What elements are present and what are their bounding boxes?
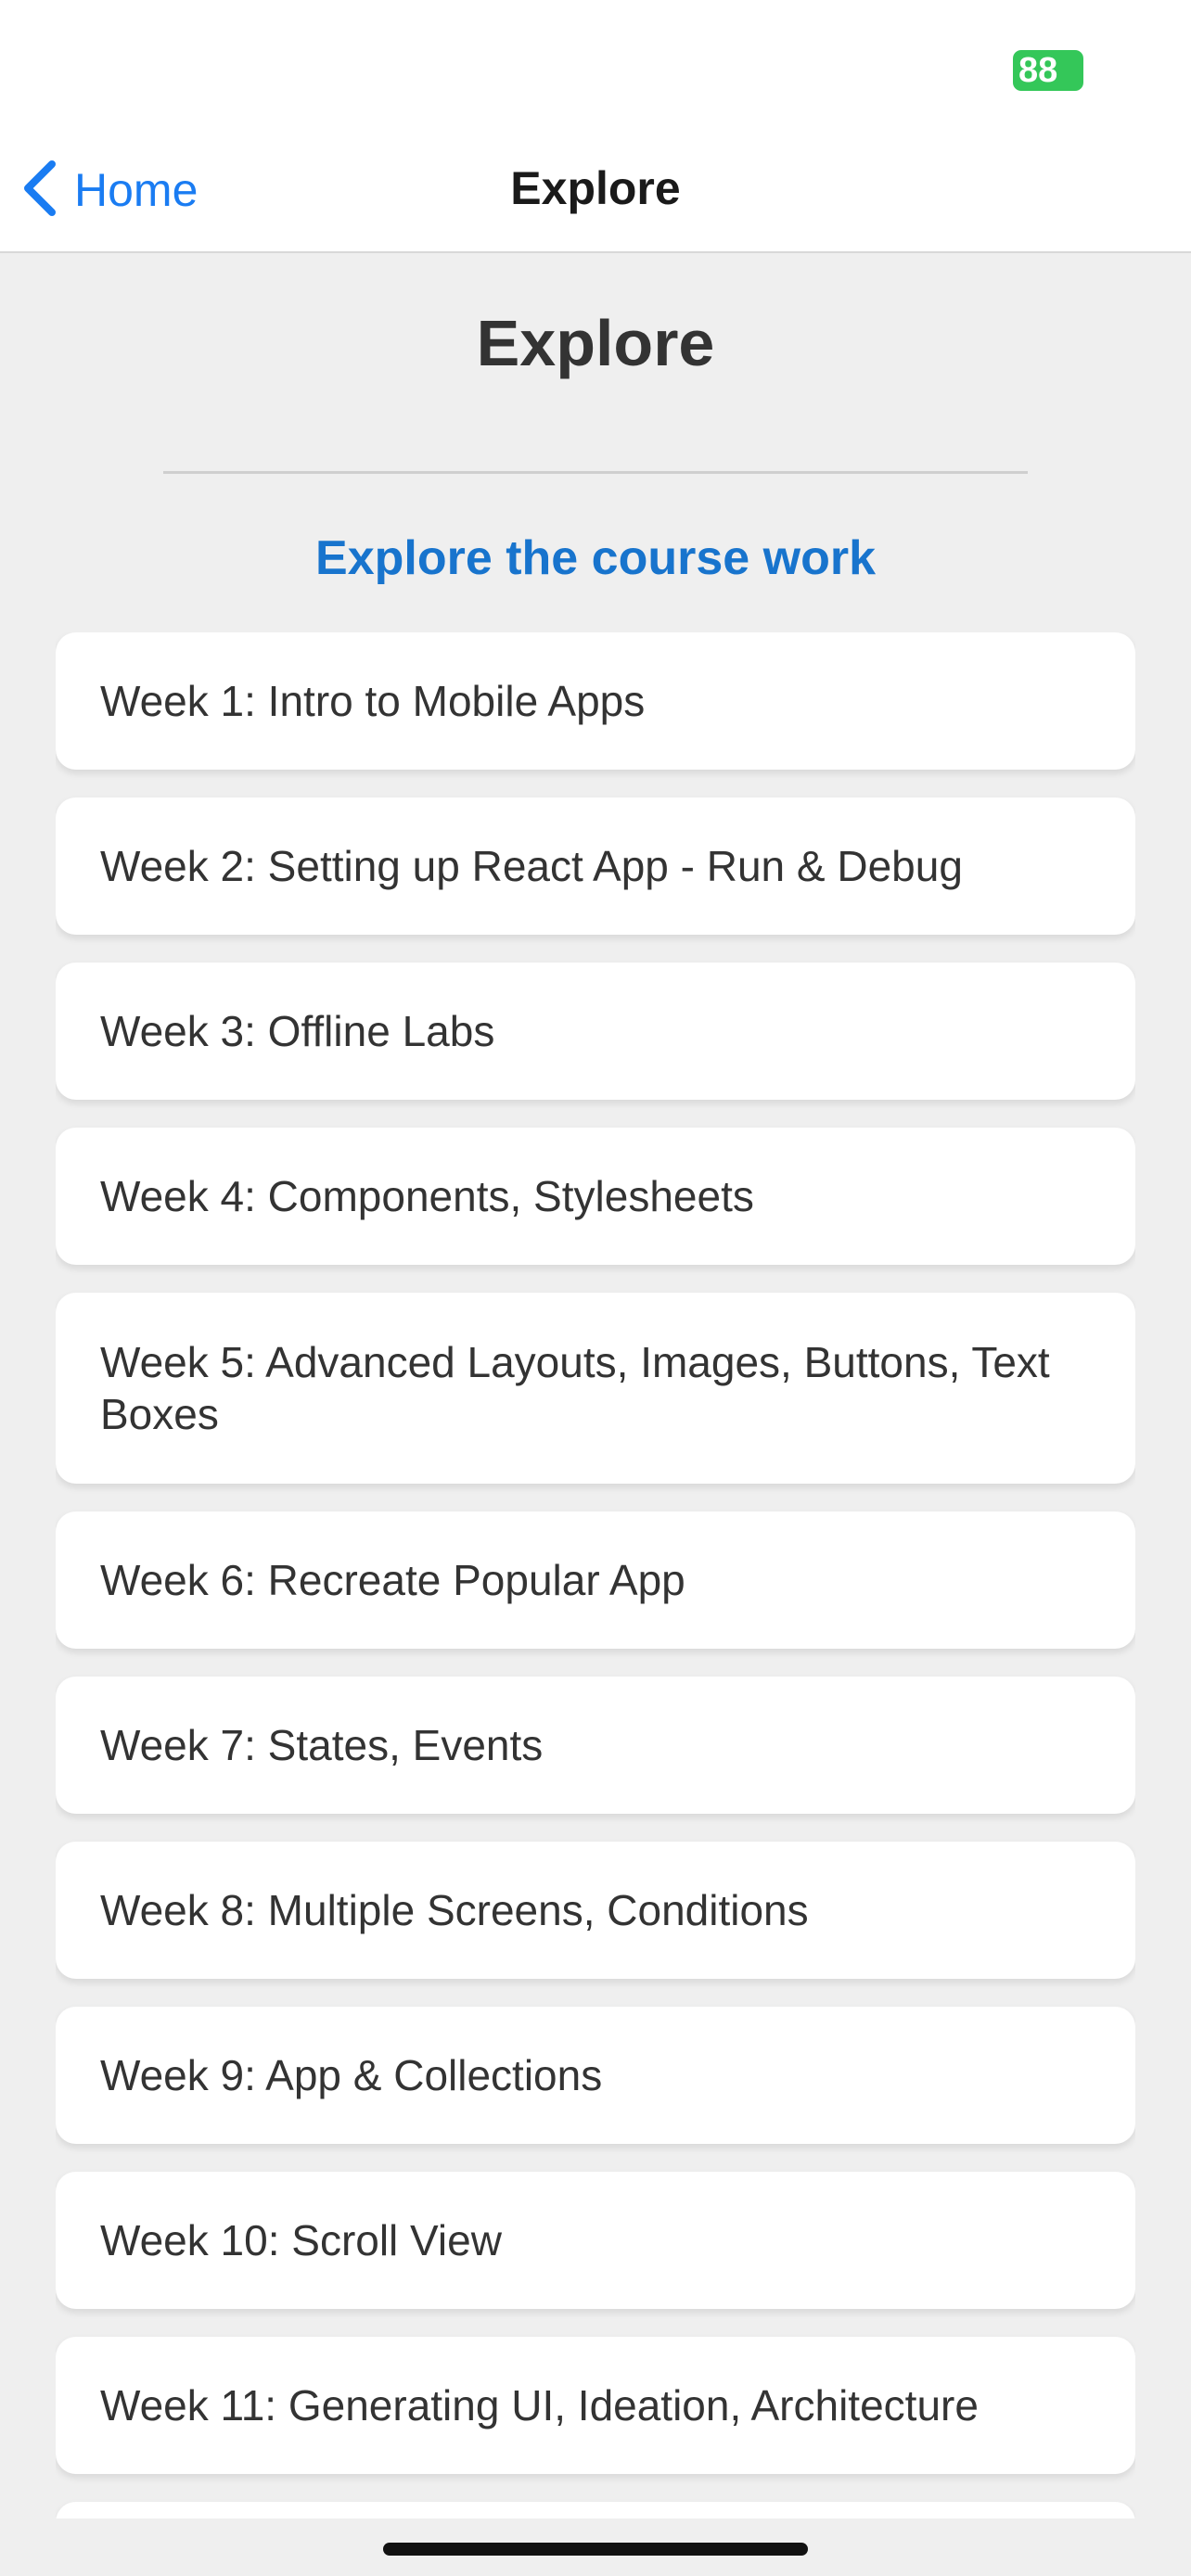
week-card[interactable]: Week 9: App & Collections (56, 2007, 1135, 2144)
week-card[interactable]: Week 7: States, Events (56, 1677, 1135, 1814)
week-card[interactable] (56, 2502, 1135, 2519)
week-card[interactable]: Week 5: Advanced Layouts, Images, Button… (56, 1293, 1135, 1484)
page-title: Explore (476, 307, 715, 379)
week-card[interactable]: Week 6: Recreate Popular App (56, 1511, 1135, 1649)
divider (163, 471, 1028, 474)
nav-title: Explore (510, 162, 681, 214)
week-card[interactable]: Week 1: Intro to Mobile Apps (56, 632, 1135, 770)
week-card[interactable]: Week 4: Components, Stylesheets (56, 1128, 1135, 1265)
battery-indicator: 88 (1013, 50, 1083, 91)
section-subtitle: Explore the course work (315, 531, 876, 585)
week-card[interactable]: Week 11: Generating UI, Ideation, Archit… (56, 2337, 1135, 2474)
week-card[interactable]: Week 2: Setting up React App - Run & Deb… (56, 797, 1135, 935)
week-list[interactable]: Week 1: Intro to Mobile Apps Week 2: Set… (56, 632, 1135, 2519)
week-card[interactable]: Week 10: Scroll View (56, 2172, 1135, 2309)
home-indicator[interactable] (383, 2543, 808, 2556)
status-bar: 88 (0, 0, 1191, 130)
week-card[interactable]: Week 8: Multiple Screens, Conditions (56, 1842, 1135, 1979)
navigation-bar: Home Explore (0, 130, 1191, 253)
week-card[interactable]: Week 3: Offline Labs (56, 963, 1135, 1100)
